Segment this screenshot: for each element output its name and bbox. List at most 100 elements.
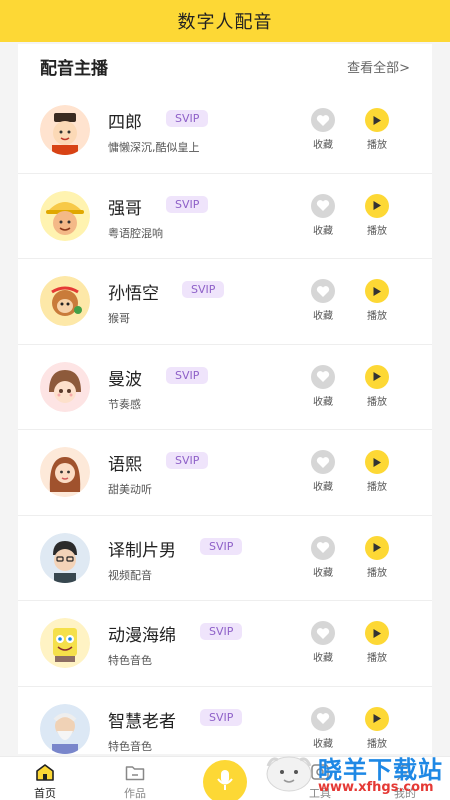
play-button[interactable]: 播放 [359,621,395,664]
anchor-desc: 特色音色 [108,739,152,753]
heart-icon [311,193,335,218]
microphone-icon [216,769,234,795]
folder-icon [105,761,165,783]
play-icon [365,706,389,731]
favorite-label: 收藏 [313,311,333,322]
avatar [40,361,90,412]
favorite-button[interactable]: 收藏 [305,450,341,493]
anchor-desc: 猴哥 [108,312,130,325]
anchor-name: 动漫海绵 [108,626,176,646]
play-button[interactable]: 播放 [359,193,395,237]
play-label: 播放 [367,567,387,579]
sheep-logo-icon [264,748,314,798]
record-button[interactable] [203,760,247,800]
avatar [40,190,90,241]
anchor-name: 孙悟空 [108,284,159,304]
play-button[interactable]: 播放 [359,535,395,579]
favorite-button[interactable]: 收藏 [305,108,341,151]
anchor-name: 译制片男 [108,540,176,561]
play-icon [365,279,389,303]
svip-badge: SVIP [182,281,225,298]
page-title: 数字人配音 [177,12,273,33]
anchor-desc: 甜美动听 [108,483,152,496]
play-label: 播放 [367,140,387,151]
play-button[interactable]: 播放 [359,450,395,493]
play-label: 播放 [367,396,387,408]
favorite-button[interactable]: 收藏 [305,535,341,579]
favorite-label: 收藏 [313,140,333,151]
top-bar: 数字人配音 [0,0,450,42]
play-label: 播放 [367,653,387,664]
anchor-row[interactable]: 孙悟空 SVIP 猴哥 收藏 播放 [18,259,432,345]
watermark-url: www.xfhgs.com [318,780,434,795]
tab-works[interactable]: 作品 [105,761,165,800]
play-icon [365,193,389,218]
heart-icon [311,706,335,731]
tab-home-label: 首页 [34,787,56,800]
svip-badge: SVIP [166,110,209,127]
svip-badge: SVIP [166,195,209,213]
anchor-name: 四郎 [108,113,142,133]
anchor-row[interactable]: 动漫海绵 SVIP 特色音色 收藏 播放 [18,601,432,687]
favorite-label: 收藏 [313,225,333,237]
play-label: 播放 [367,311,387,322]
avatar [40,703,90,754]
anchor-row[interactable]: 曼波 SVIP 节奏感 收藏 播放 [18,345,432,430]
avatar [40,105,90,155]
anchor-row[interactable]: 语熙 SVIP 甜美动听 收藏 播放 [18,430,432,516]
play-icon [365,621,389,645]
avatar [40,532,90,583]
favorite-button[interactable]: 收藏 [305,621,341,664]
svip-badge: SVIP [200,708,243,726]
avatar [40,447,90,497]
anchor-name: 曼波 [108,369,142,390]
anchor-row[interactable]: 四郎 SVIP 慵懒深沉,酷似皇上 收藏 播放 [18,88,432,174]
anchor-desc: 粤语腔混响 [108,226,163,240]
anchor-desc: 特色音色 [108,654,152,667]
play-label: 播放 [367,482,387,493]
favorite-button[interactable]: 收藏 [305,364,341,408]
anchor-desc: 慵懒深沉,酷似皇上 [108,141,200,154]
svip-badge: SVIP [166,452,209,469]
anchor-desc: 视频配音 [108,568,152,582]
play-icon [365,450,389,474]
heart-icon [311,108,335,132]
avatar [40,276,90,326]
favorite-label: 收藏 [313,482,333,493]
play-icon [365,364,389,389]
tab-home[interactable]: 首页 [15,761,75,800]
home-icon [15,761,75,783]
anchor-desc: 节奏感 [108,397,141,411]
play-icon [365,108,389,132]
favorite-label: 收藏 [313,567,333,579]
anchor-card: 配音主播 查看全部> 四郎 SVIP 慵懒深沉,酷似皇上 收藏 播放 强哥 SV… [18,44,432,754]
anchor-row[interactable]: 译制片男 SVIP 视频配音 收藏 播放 [18,516,432,601]
heart-icon [311,364,335,389]
anchor-row[interactable]: 强哥 SVIP 粤语腔混响 收藏 播放 [18,174,432,259]
heart-icon [311,450,335,474]
see-all-link[interactable]: 查看全部> [347,57,410,76]
svip-badge: SVIP [200,623,243,640]
heart-icon [311,535,335,560]
play-label: 播放 [367,225,387,237]
anchor-name: 语熙 [108,455,142,475]
anchor-name: 强哥 [108,198,142,219]
play-button[interactable]: 播放 [359,279,395,322]
play-icon [365,535,389,560]
section-header: 配音主播 查看全部> [18,44,432,88]
tab-works-label: 作品 [124,787,146,800]
favorite-label: 收藏 [313,396,333,408]
play-button[interactable]: 播放 [359,364,395,408]
play-button[interactable]: 播放 [359,108,395,151]
svip-badge: SVIP [166,366,209,384]
watermark: 晓羊下载站 www.xfhgs.com [262,744,450,800]
avatar [40,618,90,668]
heart-icon [311,279,335,303]
favorite-button[interactable]: 收藏 [305,193,341,237]
anchor-name: 智慧老者 [108,711,176,732]
svip-badge: SVIP [200,537,243,555]
favorite-button[interactable]: 收藏 [305,279,341,322]
section-title: 配音主播 [40,58,108,79]
favorite-label: 收藏 [313,653,333,664]
heart-icon [311,621,335,645]
